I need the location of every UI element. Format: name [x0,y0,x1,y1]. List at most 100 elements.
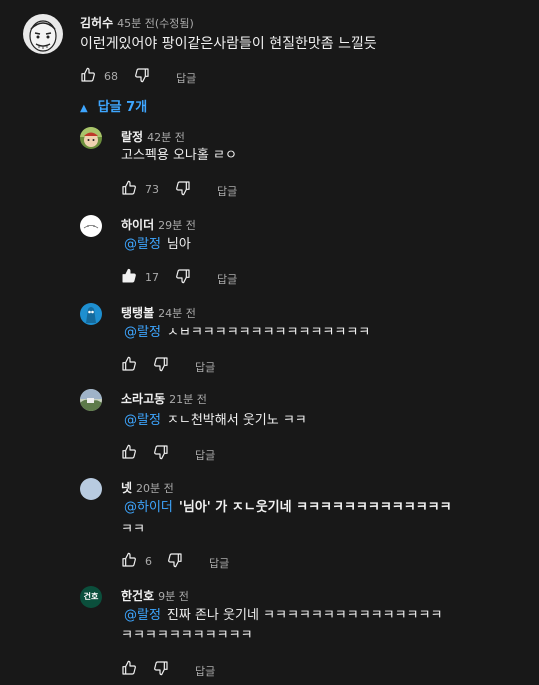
timestamp[interactable]: 20분 전 [136,482,174,495]
like-count: 17 [145,271,159,284]
avatar[interactable] [80,389,102,411]
like-count: 73 [145,183,159,196]
comment-actions: 68 답글 [80,67,280,87]
thumbs-up-icon [121,180,137,196]
like-count: 6 [145,555,152,568]
dislike-button[interactable] [167,552,183,568]
mention-link[interactable]: @랄정 [124,237,161,252]
thumbs-down-icon [153,356,169,372]
avatar[interactable] [80,127,102,149]
comment-body: 진짜 존나 웃기네 ㅋㅋㅋㅋㅋㅋㅋㅋㅋㅋㅋㅋㅋㅋㅋ [166,608,443,623]
author-name[interactable]: 탱탱볼 [121,306,154,320]
author-line: 소라고동 21분 전 [121,390,207,407]
author-line: 한건호 9분 전 [121,587,189,604]
thumbs-down-icon [153,444,169,460]
mention-link[interactable]: @랄정 [124,413,161,428]
thumbs-up-filled-icon [121,268,137,284]
mention-link[interactable]: @랄정 [124,608,161,623]
comment-body: 이런게있어야 팡이같은사람들이 현질한맛좀 느낄듯 [80,36,377,52]
like-button[interactable] [80,67,96,83]
timestamp[interactable]: 24분 전 [158,307,196,320]
reply-button[interactable]: 답글 [195,359,215,375]
avatar[interactable] [80,215,102,237]
author-line: 하이더 29분 전 [121,216,196,233]
reply-button[interactable]: 답글 [209,555,229,571]
timestamp[interactable]: 42분 전 [147,131,185,144]
thumbs-down-icon [134,67,150,83]
comment-text: 고스펙용 오나홀 ㄹㅇ [121,146,237,166]
comment-text: 이런게있어야 팡이같은사람들이 현질한맛좀 느낄듯 [80,34,377,54]
comment-body-continued: ㅋㅋ [121,522,145,537]
mention-link[interactable]: @하이더 [124,500,173,515]
thumbs-up-icon [121,552,137,568]
timestamp[interactable]: 29분 전 [158,219,196,232]
sketch-avatar-icon [83,225,99,229]
dislike-button[interactable] [153,356,169,372]
dislike-button[interactable] [175,268,191,284]
author-line: 랄정 42분 전 [121,128,185,145]
author-name[interactable]: 랄정 [121,130,143,144]
comment-text: @랄정 ㅅㅂㅋㅋㅋㅋㅋㅋㅋㅋㅋㅋㅋㅋㅋㅋㅋ [124,323,370,343]
avatar[interactable]: 건호 [80,586,102,608]
reply: 랄정 42분 전 고스펙용 오나홀 ㄹㅇ 73 답글 [0,124,539,204]
comment-text-line2: ㅋㅋㅋㅋㅋㅋㅋㅋㅋㅋㅋ [121,626,253,646]
comment-body: ㅅㅂㅋㅋㅋㅋㅋㅋㅋㅋㅋㅋㅋㅋㅋㅋㅋ [166,325,371,340]
comment-actions: 답글 [121,444,321,464]
comment-text: @랄정 진짜 존나 웃기네 ㅋㅋㅋㅋㅋㅋㅋㅋㅋㅋㅋㅋㅋㅋㅋ [124,606,442,626]
like-button[interactable] [121,444,137,460]
avatar[interactable] [80,478,102,500]
replies-toggle[interactable]: ▲ 답글 7개 [80,96,147,115]
reply-button[interactable]: 답글 [176,70,196,86]
reply-button[interactable]: 답글 [217,183,237,199]
replies-toggle-label: 답글 7개 [97,100,148,115]
comment-actions: 73 답글 [121,180,321,200]
like-button[interactable] [121,356,137,372]
avatar[interactable] [80,303,102,325]
timestamp[interactable]: 21분 전 [169,393,207,406]
like-button[interactable] [121,660,137,676]
dislike-button[interactable] [175,180,191,196]
caret-up-icon: ▲ [80,103,88,114]
thumbs-up-icon [80,67,96,83]
comment-text-line2: ㅋㅋ [121,520,145,540]
timestamp[interactable]: 9분 전 [158,590,189,603]
dislike-button[interactable] [153,444,169,460]
reply-button[interactable]: 답글 [217,271,237,287]
thumbs-down-icon [175,268,191,284]
landscape-avatar-icon [80,389,102,411]
thumbs-down-icon [153,660,169,676]
author-name[interactable]: 김허수 [80,16,113,30]
comment-actions: 17 답글 [121,268,321,288]
author-name[interactable]: 한건호 [121,589,154,603]
like-count: 68 [104,70,118,83]
comment-body-continued: ㅋㅋㅋㅋㅋㅋㅋㅋㅋㅋㅋ [121,628,253,643]
timestamp[interactable]: 45분 전(수정됨) [117,17,194,30]
comment-text: @하이더 '님아' 가 ㅈㄴ웃기네 ㅋㅋㅋㅋㅋㅋㅋㅋㅋㅋㅋㅋㅋ [124,498,452,518]
comment-body: 고스펙용 오나홀 ㄹㅇ [121,148,237,163]
comment-actions: 답글 [121,660,321,680]
reply: 탱탱볼 24분 전 @랄정 ㅅㅂㅋㅋㅋㅋㅋㅋㅋㅋㅋㅋㅋㅋㅋㅋㅋ 답글 [0,300,539,378]
author-name[interactable]: 넷 [121,481,132,495]
thumbs-down-icon [167,552,183,568]
like-button[interactable] [121,180,137,196]
thumbs-up-icon [121,660,137,676]
comment-body: 님아 [166,237,191,252]
mention-link[interactable]: @랄정 [124,325,161,340]
comment-body: '님아' 가 ㅈㄴ웃기네 ㅋㅋㅋㅋㅋㅋㅋㅋㅋㅋㅋㅋㅋ [178,500,452,515]
like-button[interactable] [121,552,137,568]
like-button[interactable] [121,268,137,284]
author-name[interactable]: 소라고동 [121,392,165,406]
author-line: 탱탱볼 24분 전 [121,304,196,321]
reply: 소라고동 21분 전 @랄정 ㅈㄴ천박해서 웃기노 ㅋㅋ 답글 [0,386,539,464]
avatar[interactable] [23,14,63,54]
author-name[interactable]: 하이더 [121,218,154,232]
reply-button[interactable]: 답글 [195,447,215,463]
comment-body: ㅈㄴ천박해서 웃기노 ㅋㅋ [166,413,307,428]
dislike-button[interactable] [134,67,150,83]
reply-button[interactable]: 답글 [195,663,215,679]
dislike-button[interactable] [153,660,169,676]
comment-text: @랄정 ㅈㄴ천박해서 웃기노 ㅋㅋ [124,411,307,431]
comment-text: @랄정 님아 [124,235,191,255]
character-avatar-icon [80,127,102,147]
thumbs-up-icon [121,356,137,372]
